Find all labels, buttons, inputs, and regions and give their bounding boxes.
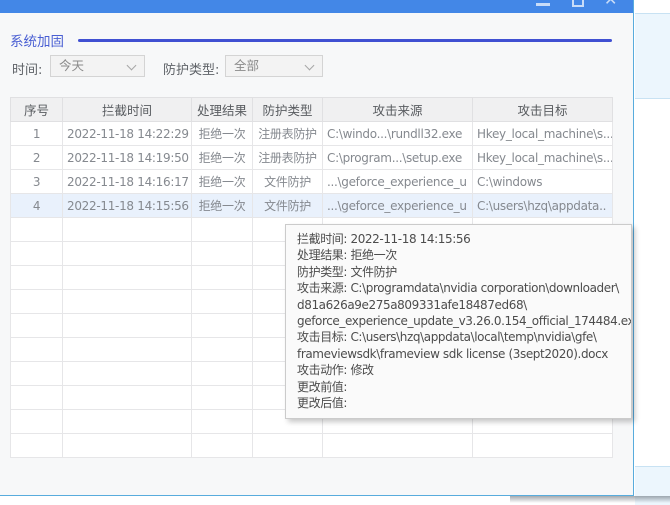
background-window: [634, 0, 670, 505]
column-header-no: 序号: [10, 97, 63, 122]
column-header-type: 防护类型: [252, 97, 323, 122]
cell-type: 文件防护: [252, 193, 323, 218]
cell-time: 2022-11-18 14:22:29: [62, 121, 192, 146]
time-filter-dropdown[interactable]: 今天: [50, 55, 145, 77]
tooltip-line: d81a626a9e275a809331afe18487ed68\: [297, 297, 527, 312]
chevron-down-icon: [304, 60, 315, 71]
cell-target: Hkey_local_machine\s...: [472, 121, 613, 146]
title-accent-line: [78, 39, 612, 42]
screen: ✕ 系统加固 时间: 今天 防护类型: 全部 序号 拦截时间 处理结果: [0, 0, 670, 505]
cell-source: C:\program...\setup.exe: [322, 145, 473, 170]
background-window-panel-top: [635, 13, 670, 99]
column-header-source: 攻击来源: [322, 97, 473, 122]
cell-target: C:\users\hzq\appdata..: [472, 193, 613, 218]
cell-result: 拒绝一次: [191, 169, 253, 194]
cell-result: 拒绝一次: [191, 145, 253, 170]
cell-no: 4: [10, 193, 63, 218]
minimize-icon: [536, 3, 550, 6]
tooltip-line: 防护类型: 文件防护: [297, 264, 397, 279]
cell-source: C:\windo...\rundll32.exe: [322, 121, 473, 146]
cell-result: 拒绝一次: [191, 121, 253, 146]
cell-type: 注册表防护: [252, 145, 323, 170]
window-drop-shadow: [510, 496, 670, 503]
table-row-selected[interactable]: 4 2022-11-18 14:15:56 拒绝一次 文件防护 ...\gefo…: [10, 193, 613, 218]
table-row[interactable]: 1 2022-11-18 14:22:29 拒绝一次 注册表防护 C:\wind…: [10, 121, 613, 146]
close-button[interactable]: ✕: [600, 0, 626, 13]
tooltip-line: 攻击动作: 修改: [297, 363, 374, 378]
titlebar: ✕: [0, 0, 633, 13]
tooltip-line: geforce_experience_update_v3.26.0.154_of…: [297, 314, 632, 329]
tooltip-line: 更改后值:: [297, 396, 348, 411]
cell-time: 2022-11-18 14:19:50: [62, 145, 192, 170]
tooltip-line: 更改前值:: [297, 379, 348, 394]
cell-no: 3: [10, 169, 63, 194]
cell-type: 注册表防护: [252, 121, 323, 146]
cell-target: Hkey_local_machine\s...: [472, 145, 613, 170]
tooltip-line: 处理结果: 拒绝一次: [297, 248, 397, 263]
cell-no: 1: [10, 121, 63, 146]
time-filter-value: 今天: [59, 58, 85, 73]
table-row[interactable]: 3 2022-11-18 14:16:17 拒绝一次 文件防护 ...\gefo…: [10, 169, 613, 194]
cell-source: ...\geforce_experience_u: [322, 169, 473, 194]
tooltip-line: 拦截时间: 2022-11-18 14:15:56: [297, 232, 471, 246]
tooltip-line: frameviewsdk\frameview sdk license (3sep…: [297, 346, 609, 361]
table-row-empty: [10, 433, 613, 458]
table-header-row: 序号 拦截时间 处理结果 防护类型 攻击来源 攻击目标: [10, 97, 613, 122]
tooltip-line: 攻击来源: C:\programdata\nvidia corporation\…: [297, 281, 619, 296]
page-title: 系统加固: [10, 34, 64, 50]
minimize-button[interactable]: [530, 0, 556, 13]
protection-type-filter-dropdown[interactable]: 全部: [225, 55, 323, 77]
cell-no: 2: [10, 145, 63, 170]
protection-type-filter-label: 防护类型:: [163, 63, 220, 78]
cell-result: 拒绝一次: [191, 193, 253, 218]
close-icon: ✕: [604, 0, 617, 10]
cell-source: ...\geforce_experience_u: [322, 193, 473, 218]
tooltip-line: 攻击目标: C:\users\hzq\appdata\local\temp\nv…: [297, 330, 597, 345]
cell-time: 2022-11-18 14:16:17: [62, 169, 192, 194]
column-header-target: 攻击目标: [472, 97, 613, 122]
time-filter-label: 时间:: [12, 63, 43, 78]
column-header-result: 处理结果: [191, 97, 253, 122]
cell-time: 2022-11-18 14:15:56: [62, 193, 192, 218]
table-row[interactable]: 2 2022-11-18 14:19:50 拒绝一次 注册表防护 C:\prog…: [10, 145, 613, 170]
maximize-icon: [572, 0, 584, 7]
chevron-down-icon: [126, 60, 137, 71]
row-detail-tooltip: 拦截时间: 2022-11-18 14:15:56 处理结果: 拒绝一次 防护类…: [285, 224, 632, 420]
cell-type: 文件防护: [252, 169, 323, 194]
column-header-time: 拦截时间: [62, 97, 192, 122]
cell-target: C:\windows: [472, 169, 613, 194]
protection-type-filter-value: 全部: [234, 58, 260, 73]
maximize-button[interactable]: [565, 0, 591, 13]
